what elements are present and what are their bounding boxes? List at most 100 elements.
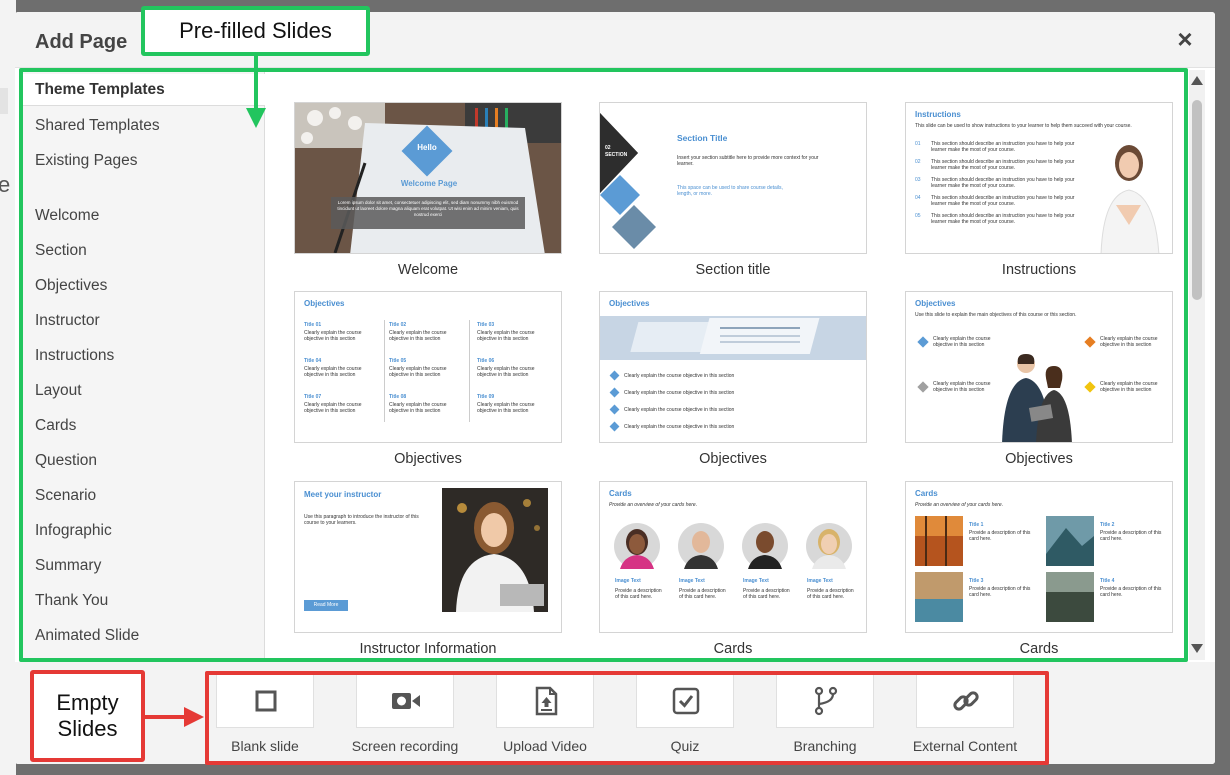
link-icon bbox=[953, 691, 979, 711]
tool-label: Upload Video bbox=[503, 738, 587, 754]
scroll-up-arrow-icon[interactable] bbox=[1191, 76, 1203, 85]
instructions-item-5: This section should describe an instruct… bbox=[931, 213, 1075, 225]
sidebar-item-infographic[interactable]: Infographic bbox=[23, 515, 265, 547]
objective-title-2: Title 02 bbox=[389, 322, 407, 328]
sidebar-item-instructions[interactable]: Instructions bbox=[23, 340, 265, 372]
divider bbox=[384, 320, 385, 422]
template-grid-scrollbar[interactable] bbox=[1189, 70, 1205, 660]
tool-tile bbox=[496, 672, 594, 728]
template-label: Welcome bbox=[397, 262, 459, 278]
portrait-avatars bbox=[614, 523, 852, 569]
objective-text-8: Clearly explain the course objective in … bbox=[389, 402, 447, 414]
tool-label: Screen recording bbox=[351, 738, 459, 754]
sidebar-item-instructor[interactable]: Instructor bbox=[23, 305, 265, 337]
objective-title-9: Title 09 bbox=[477, 394, 495, 400]
template-card-welcome[interactable]: Hello Welcome Page Lorem ipsum dolor sit… bbox=[294, 102, 562, 278]
template-category-sidebar: Theme Templates Shared Templates Existin… bbox=[23, 70, 265, 660]
template-thumbnail: Cards Provide an overview of your cards … bbox=[905, 481, 1173, 633]
objective-text-2: Clearly explain the course objective in … bbox=[389, 330, 447, 342]
objective-bullet-icon bbox=[609, 387, 620, 398]
instructions-num-3: 03 bbox=[915, 177, 921, 183]
sidebar-item-animated-slide[interactable]: Animated Slide bbox=[23, 620, 265, 652]
objectives-heading: Objectives bbox=[304, 299, 345, 308]
sidebar-item-question[interactable]: Question bbox=[23, 445, 265, 477]
sidebar-item-thank-you[interactable]: Thank You bbox=[23, 585, 265, 617]
close-icon[interactable]: × bbox=[1173, 26, 1197, 52]
scrollbar-thumb[interactable] bbox=[1192, 100, 1202, 300]
card-text-3: Provide a description of this card here. bbox=[743, 588, 790, 600]
sidebar-item-shared-templates[interactable]: Shared Templates bbox=[23, 110, 265, 142]
card-title-2: Image Text bbox=[679, 578, 705, 584]
template-card-instructions[interactable]: Instructions This slide can be used to s… bbox=[905, 102, 1173, 278]
cards-heading: Cards bbox=[609, 489, 632, 498]
card-text-4: Provide a description of this card here. bbox=[1100, 586, 1162, 598]
objective-text-1: Clearly explain the course objective in … bbox=[304, 330, 362, 342]
external-content-button[interactable]: External Content bbox=[895, 672, 1035, 754]
sidebar-item-layout[interactable]: Layout bbox=[23, 375, 265, 407]
card-title-3: Title 3 bbox=[969, 578, 984, 584]
sidebar-item-objectives[interactable]: Objectives bbox=[23, 270, 265, 302]
newspaper-banner-image bbox=[600, 316, 866, 360]
template-label: Cards bbox=[1019, 641, 1059, 657]
template-card-objectives-grid[interactable]: Objectives Title 01 Clearly explain the … bbox=[294, 291, 562, 467]
sidebar-item-cards[interactable]: Cards bbox=[23, 410, 265, 442]
template-thumbnail: Objectives Use this slide to explain the… bbox=[905, 291, 1173, 443]
template-card-objectives-people[interactable]: Objectives Use this slide to explain the… bbox=[905, 291, 1173, 467]
tool-label: Quiz bbox=[670, 738, 700, 754]
empty-slides-callout: Empty Slides bbox=[30, 670, 145, 762]
scroll-down-arrow-icon[interactable] bbox=[1191, 644, 1203, 653]
template-card-section-title[interactable]: 02 SECTION Section Title Insert your sec… bbox=[599, 102, 867, 278]
upload-video-button[interactable]: Upload Video bbox=[475, 672, 615, 754]
objective-item-4: Clearly explain the course objective in … bbox=[1100, 381, 1158, 393]
card-text-3: Provide a description of this card here. bbox=[969, 586, 1031, 598]
cards-intro: Provide an overview of your cards here. bbox=[915, 502, 1004, 508]
instructions-item-4: This section should describe an instruct… bbox=[931, 195, 1075, 207]
objective-title-8: Title 08 bbox=[389, 394, 407, 400]
sidebar-item-theme-templates[interactable]: Theme Templates bbox=[23, 74, 265, 106]
instructions-heading: Instructions bbox=[915, 110, 961, 119]
template-thumbnail: Objectives Clearly explain the course ob… bbox=[599, 291, 867, 443]
tool-tile bbox=[636, 672, 734, 728]
tool-tile bbox=[216, 672, 314, 728]
background-strip bbox=[0, 88, 8, 114]
blank-slide-button[interactable]: Blank slide bbox=[195, 672, 335, 754]
tool-label: Blank slide bbox=[231, 738, 299, 754]
sidebar-item-welcome[interactable]: Welcome bbox=[23, 200, 265, 232]
modal-title: Add Page bbox=[35, 31, 128, 53]
video-camera-icon bbox=[392, 693, 420, 709]
objective-text-9: Clearly explain the course objective in … bbox=[477, 402, 535, 414]
template-thumbnail: Instructions This slide can be used to s… bbox=[905, 102, 1173, 254]
divider bbox=[469, 320, 470, 422]
sidebar-item-scenario[interactable]: Scenario bbox=[23, 480, 265, 512]
objective-bullet-icon bbox=[609, 404, 620, 415]
card-text-4: Provide a description of this card here. bbox=[807, 588, 854, 600]
template-thumbnail: Objectives Title 01 Clearly explain the … bbox=[294, 291, 562, 443]
objective-text-3: Clearly explain the course objective in … bbox=[477, 330, 535, 342]
screen-recording-button[interactable]: Screen recording bbox=[335, 672, 475, 754]
template-card-instructor-information[interactable]: Meet your instructor Use this paragraph … bbox=[294, 481, 562, 657]
instructor-heading: Meet your instructor bbox=[304, 490, 382, 499]
sidebar-item-summary[interactable]: Summary bbox=[23, 550, 265, 582]
branching-button[interactable]: Branching bbox=[755, 672, 895, 754]
sidebar-item-section[interactable]: Section bbox=[23, 235, 265, 267]
template-thumbnail: Cards Provide an overview of your cards … bbox=[599, 481, 867, 633]
empty-slides-callout-line1: Empty bbox=[56, 690, 119, 715]
modal-content: Theme Templates Shared Templates Existin… bbox=[23, 70, 1205, 660]
objective-text-6: Clearly explain the course objective in … bbox=[477, 366, 535, 378]
objective-text-4: Clearly explain the course objective in … bbox=[304, 366, 362, 378]
section-heading: Section Title bbox=[677, 133, 728, 143]
quiz-button[interactable]: Quiz bbox=[615, 672, 755, 754]
template-thumbnail: Hello Welcome Page Lorem ipsum dolor sit… bbox=[294, 102, 562, 254]
template-card-objectives-banner[interactable]: Objectives Clearly explain the course ob… bbox=[599, 291, 867, 467]
card-title-2: Title 2 bbox=[1100, 522, 1115, 528]
sidebar-item-existing-pages[interactable]: Existing Pages bbox=[23, 145, 265, 177]
objective-bullet-icon bbox=[1084, 336, 1096, 348]
template-label: Objectives bbox=[1005, 451, 1073, 467]
instructions-item-1: This section should describe an instruct… bbox=[931, 141, 1075, 153]
hello-badge-text: Hello bbox=[417, 143, 437, 152]
tool-label: Branching bbox=[793, 738, 857, 754]
template-card-cards-landscapes[interactable]: Cards Provide an overview of your cards … bbox=[905, 481, 1173, 657]
section-thumbnail-art bbox=[600, 113, 656, 249]
template-card-cards-portraits[interactable]: Cards Provide an overview of your cards … bbox=[599, 481, 867, 657]
card-text-1: Provide a description of this card here. bbox=[969, 530, 1031, 542]
